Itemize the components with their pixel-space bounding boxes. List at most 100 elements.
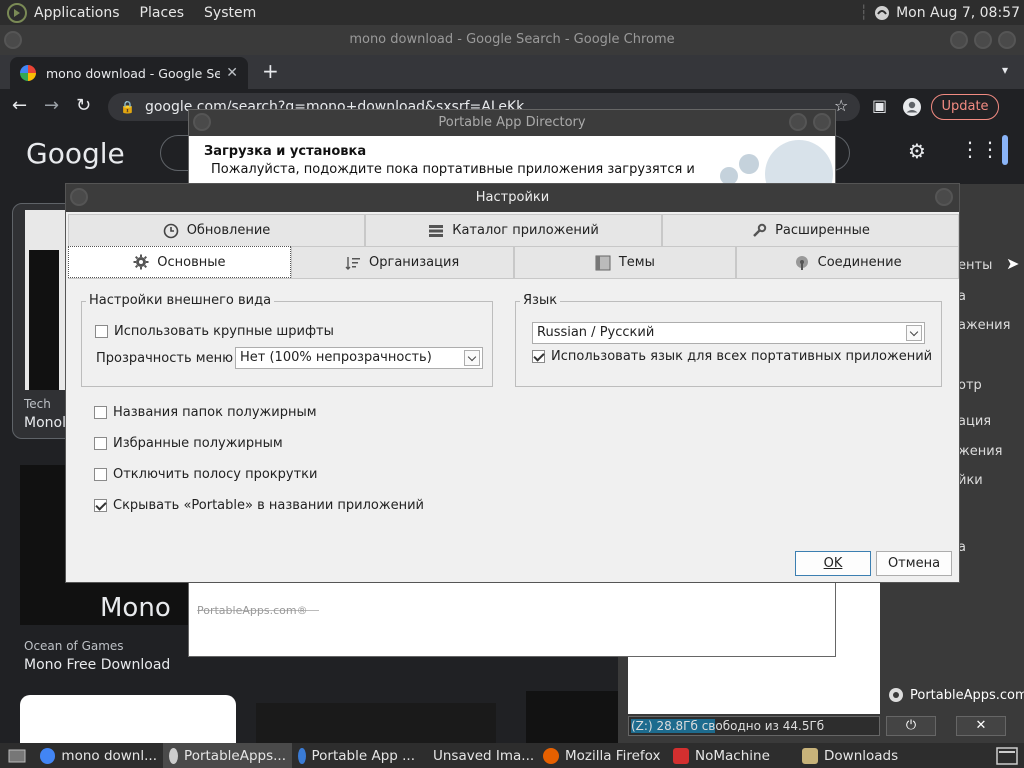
taskbar-item[interactable]: mono downl... [34, 743, 163, 768]
pad-title: Portable App Directory [438, 115, 586, 130]
language-all-apps-checkbox[interactable] [532, 350, 545, 363]
maximize-button[interactable] [974, 31, 992, 49]
menu-backup[interactable]: ация [958, 414, 991, 429]
tab-update[interactable]: Обновление [68, 214, 365, 246]
tab-row-1: Обновление Каталог приложений Расширенны… [68, 214, 959, 246]
tab-advanced[interactable]: Расширенные [662, 214, 959, 246]
tab-connection[interactable]: Соединение [736, 246, 959, 278]
language-all-apps-checkbox-row[interactable]: Использовать язык для всех портативных п… [532, 349, 932, 364]
tab-organization[interactable]: Организация [290, 246, 514, 278]
lock-icon: 🔒 [120, 100, 135, 114]
power-button[interactable]: ⏻ [886, 716, 936, 736]
taskbar-item[interactable]: Downloads [796, 743, 925, 768]
workspace-switcher[interactable] [990, 743, 1024, 768]
chrome-window-title: mono download - Google Search - Google C… [349, 32, 675, 47]
tab-themes[interactable]: Темы [513, 246, 737, 278]
ok-button[interactable]: OK [795, 551, 871, 576]
menu-explore[interactable]: отр [958, 378, 982, 393]
pad-close-button[interactable] [813, 113, 831, 131]
portableapps-logo-icon [889, 688, 903, 702]
taskbar-item[interactable]: Unsaved Ima... [421, 743, 537, 768]
scrollbar-thumb[interactable] [1002, 135, 1008, 165]
network-icon[interactable] [874, 5, 890, 21]
window-menu-button[interactable] [4, 31, 22, 49]
menu-applications[interactable]: ажения [958, 318, 1010, 333]
settings-gear-icon[interactable]: ⚙ [908, 139, 926, 163]
close-menu-button[interactable]: ✕ [956, 716, 1006, 736]
bold-folders-checkbox-row[interactable]: Названия папок полужирным [94, 405, 317, 420]
result-image-5[interactable] [526, 691, 618, 743]
menu-transparency-select[interactable]: Нет (100% непрозрачность) [235, 347, 483, 369]
applications-menu[interactable]: Applications [34, 5, 120, 21]
tab-search-icon[interactable]: ▾ [1002, 63, 1008, 77]
pad-minimize-button[interactable] [789, 113, 807, 131]
hide-portable-checkbox-row[interactable]: Скрывать «Portable» в названии приложени… [94, 498, 424, 513]
chevron-down-icon[interactable] [464, 350, 480, 366]
show-desktop-button[interactable] [0, 743, 34, 768]
menu-options[interactable]: йки [958, 473, 983, 488]
taskbar-item[interactable]: Mozilla Firefox [537, 743, 667, 768]
taskbar-item-label: PortableApps... [184, 747, 286, 764]
taskbar-item[interactable]: Portable App ... [292, 743, 421, 768]
language-group: Язык Russian / Русский Использовать язык… [515, 293, 942, 387]
pad-titlebar[interactable]: Portable App Directory [189, 110, 835, 136]
pad-window-menu-button[interactable] [193, 113, 211, 131]
bold-favorites-checkbox-row[interactable]: Избранные полужирным [94, 436, 283, 451]
language-select[interactable]: Russian / Русский [532, 322, 925, 344]
system-menu[interactable]: System [204, 5, 256, 21]
tab-close-icon[interactable]: ✕ [226, 65, 238, 81]
chevron-down-icon[interactable] [906, 325, 922, 341]
language-group-title: Язык [520, 293, 561, 308]
reload-button[interactable]: ↻ [76, 95, 91, 116]
large-fonts-checkbox[interactable] [95, 325, 108, 338]
taskbar-item[interactable]: PortableApps... [163, 743, 292, 768]
distro-logo-icon[interactable] [6, 2, 28, 24]
tab-general[interactable]: Основные [68, 246, 291, 278]
disable-scrollbar-checkbox[interactable] [94, 468, 107, 481]
disable-scrollbar-checkbox-row[interactable]: Отключить полосу прокрутки [94, 467, 317, 482]
panel-clock[interactable]: Mon Aug 7, 08:57 [896, 5, 1020, 21]
result-image-4[interactable] [256, 703, 496, 743]
apps-grid-icon[interactable]: ⋮⋮ [960, 137, 1000, 161]
settings-close-button[interactable] [935, 188, 953, 206]
result-1-title[interactable]: Monol [24, 415, 66, 431]
result-image-3[interactable] [20, 695, 236, 743]
bookmark-star-icon[interactable]: ☆ [834, 96, 848, 115]
bold-folders-checkbox[interactable] [94, 406, 107, 419]
hide-portable-label: Скрывать «Portable» в названии приложени… [113, 498, 424, 513]
taskbar-item[interactable]: NoMachine [667, 743, 796, 768]
update-button[interactable]: Update [931, 94, 999, 120]
portableapps-directory-icon [298, 747, 306, 764]
large-fonts-checkbox-row[interactable]: Использовать крупные шрифты [95, 324, 334, 339]
mouse-cursor-icon: ➤ [1006, 254, 1020, 273]
places-menu[interactable]: Places [140, 5, 185, 21]
menu-get-apps[interactable]: жения [958, 444, 1002, 459]
sort-icon [345, 256, 360, 270]
tab-title: mono download - Google Sear [46, 65, 221, 81]
general-tab-panel: Настройки внешнего вида Использовать кру… [68, 278, 959, 540]
new-tab-button[interactable]: + [262, 59, 279, 83]
hide-portable-checkbox[interactable] [94, 499, 107, 512]
result-2-title[interactable]: Mono Free Download [24, 657, 170, 673]
minimize-button[interactable] [950, 31, 968, 49]
menu-transparency-label: Прозрачность меню [96, 351, 234, 366]
large-fonts-label: Использовать крупные шрифты [114, 324, 334, 339]
drive-space-indicator: (Z:) 28.8Гб свободно из 44.5Гб [628, 716, 880, 736]
google-logo[interactable]: Google [26, 137, 125, 170]
profile-avatar-icon[interactable] [902, 97, 922, 117]
forward-button[interactable]: → [44, 95, 59, 116]
result-2-image-text: Mono [100, 593, 171, 623]
settings-titlebar[interactable]: Настройки [66, 184, 959, 212]
cancel-button[interactable]: Отмена [876, 551, 952, 576]
taskbar-item-label: Portable App ... [311, 747, 416, 764]
close-button[interactable] [998, 31, 1016, 49]
connection-icon [795, 255, 808, 270]
back-button[interactable]: ← [12, 95, 27, 116]
menu-documents[interactable]: енты [958, 258, 992, 273]
settings-window-menu-button[interactable] [70, 188, 88, 206]
bold-favorites-checkbox[interactable] [94, 437, 107, 450]
chrome-titlebar[interactable]: mono download - Google Search - Google C… [0, 25, 1024, 55]
browser-tab[interactable]: mono download - Google Sear ✕ [10, 57, 248, 89]
side-panel-icon[interactable]: ▣ [872, 96, 887, 115]
tab-app-catalog[interactable]: Каталог приложений [365, 214, 662, 246]
